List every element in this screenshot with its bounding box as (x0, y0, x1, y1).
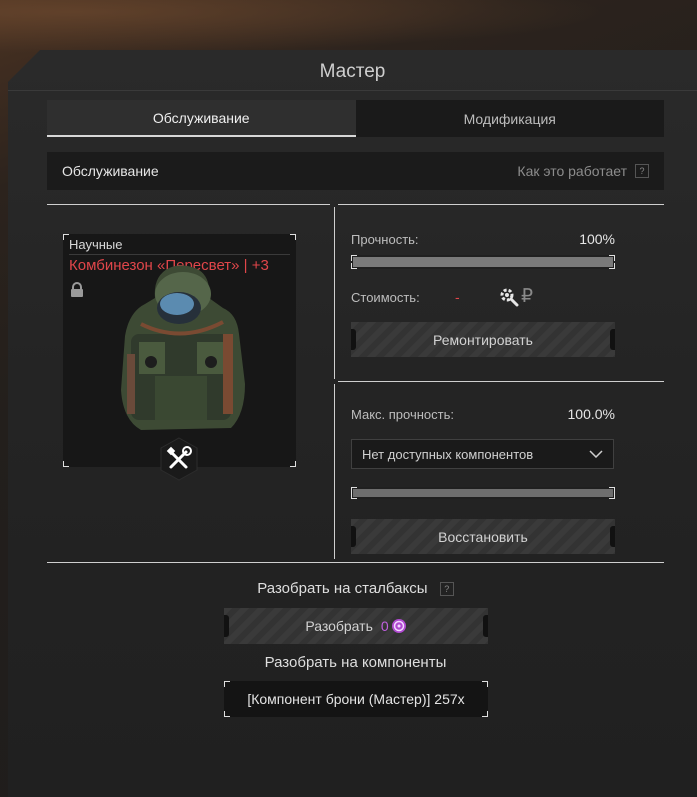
chevron-down-icon (589, 450, 603, 458)
item-card[interactable]: Научные Комбинезон «Пересвет» | +3 (63, 234, 296, 481)
divider-vertical-upper (334, 207, 335, 379)
divider-right-top (338, 204, 664, 205)
repair-button-label: Ремонтировать (433, 331, 533, 348)
ruble-icon: ₽ (521, 286, 534, 307)
disassemble-components-label: Разобрать на компоненты (264, 654, 447, 671)
component-output-text: [Компонент брони (Мастер)] 257x (247, 691, 465, 707)
section-title: Обслуживание (62, 163, 159, 179)
durability-label: Прочность: (351, 232, 419, 247)
tab-modification[interactable]: Модификация (355, 100, 664, 137)
how-it-works-link[interactable]: Как это работает (517, 163, 627, 179)
component-dropdown-value: Нет доступных компонентов (362, 446, 534, 462)
item-category: Научные (69, 237, 123, 252)
max-durability-bar-fill (353, 489, 613, 497)
disassemble-stalbox-text: Разобрать на сталбаксы (257, 580, 428, 597)
durability-bar-fill (353, 257, 613, 267)
max-durability-label: Макс. прочность: (351, 407, 454, 422)
disassemble-stalbox-label: Разобрать на сталбаксы ? (47, 580, 664, 597)
durability-bar (351, 255, 615, 269)
restore-button[interactable]: Восстановить (351, 519, 615, 554)
help-icon[interactable]: ? (439, 582, 454, 597)
component-dropdown[interactable]: Нет доступных компонентов (351, 439, 614, 469)
wrench-screwdriver-icon (160, 437, 198, 481)
cost-label: Стоимость: (351, 290, 420, 305)
repair-button[interactable]: Ремонтировать (351, 322, 615, 357)
stalbux-coin-icon (391, 619, 406, 633)
disassemble-button-label: Разобрать (305, 618, 373, 634)
durability-value: 100% (579, 231, 615, 247)
armor-suit-image (121, 265, 245, 430)
title-divider (8, 90, 697, 91)
component-output-box: [Компонент брони (Мастер)] 257x (224, 681, 488, 717)
tab-bar: Обслуживание Модификация (47, 100, 664, 137)
item-category-rule (69, 254, 290, 255)
restore-button-label: Восстановить (438, 528, 528, 545)
lock-icon (71, 282, 83, 297)
disassemble-amount: 0 (380, 618, 389, 634)
disassemble-button[interactable]: Разобрать 0 (224, 608, 488, 644)
divider-vertical-lower (334, 384, 335, 559)
divider-right-middle (338, 381, 664, 382)
section-header: Обслуживание Как это работает ? (47, 152, 664, 190)
divider-bottom (47, 562, 664, 563)
divider-left-top (47, 204, 330, 205)
help-icon[interactable]: ? (635, 164, 649, 178)
tab-maintenance[interactable]: Обслуживание (47, 100, 356, 137)
max-durability-bar (351, 487, 615, 499)
max-durability-value: 100.0% (567, 406, 615, 422)
gear-search-icon (500, 288, 519, 307)
window-title: Мастер (319, 61, 386, 82)
cost-value: - (455, 289, 460, 305)
